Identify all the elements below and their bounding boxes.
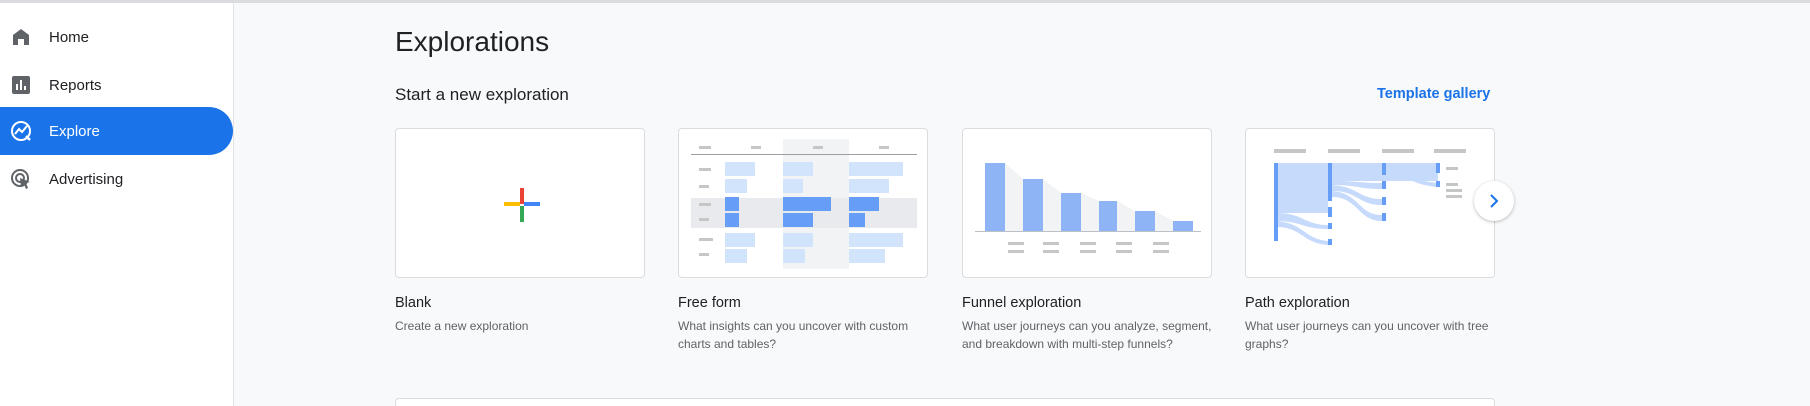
advertising-icon [10,168,32,190]
top-border [0,0,1810,3]
table-illustration-icon [691,139,917,269]
next-cards-button[interactable] [1474,181,1514,221]
exploration-card-path[interactable]: Path exploration What user journeys can … [1245,128,1495,353]
card-name: Blank [395,295,432,311]
sidebar: Home Reports Explore Advertising [0,3,234,406]
home-icon [10,26,32,48]
exploration-card-funnel[interactable]: Funnel exploration What user journeys ca… [962,128,1212,353]
page-title: Explorations [395,26,550,57]
explore-icon [10,120,32,142]
card-description: What user journeys can you analyze, segm… [962,319,1212,351]
sidebar-item-home[interactable]: Home [0,13,233,61]
card-name: Free form [678,295,741,311]
card-description: What insights can you uncover with custo… [678,319,909,351]
exploration-card-blank[interactable]: Blank Create a new exploration [395,128,645,335]
card-thumbnail [678,128,928,278]
sidebar-item-label: Explore [49,122,100,140]
card-thumbnail [1245,128,1495,278]
card-description: What user journeys can you uncover with … [1245,319,1489,351]
card-thumbnail [395,128,645,278]
section-title: Start a new exploration [395,85,569,104]
funnel-illustration-icon [975,163,1201,253]
chevron-right-icon [1490,194,1499,208]
sidebar-item-label: Home [49,28,90,46]
plus-icon [504,188,540,222]
sidebar-item-explore[interactable]: Explore [0,107,233,155]
sidebar-item-label: Reports [49,76,102,94]
path-illustration-icon [1274,149,1466,245]
exploration-card-free-form[interactable]: Free form What insights can you uncover … [678,128,928,353]
bottom-panel [395,398,1495,406]
card-name: Funnel exploration [962,295,1082,311]
card-name: Path exploration [1245,295,1350,311]
card-description: Create a new exploration [395,319,529,333]
template-gallery-link[interactable]: Template gallery [1377,86,1490,102]
reports-icon [10,74,32,96]
sidebar-item-label: Advertising [49,170,124,188]
sidebar-item-advertising[interactable]: Advertising [0,155,233,203]
sidebar-item-reports[interactable]: Reports [0,61,233,109]
card-thumbnail [962,128,1212,278]
